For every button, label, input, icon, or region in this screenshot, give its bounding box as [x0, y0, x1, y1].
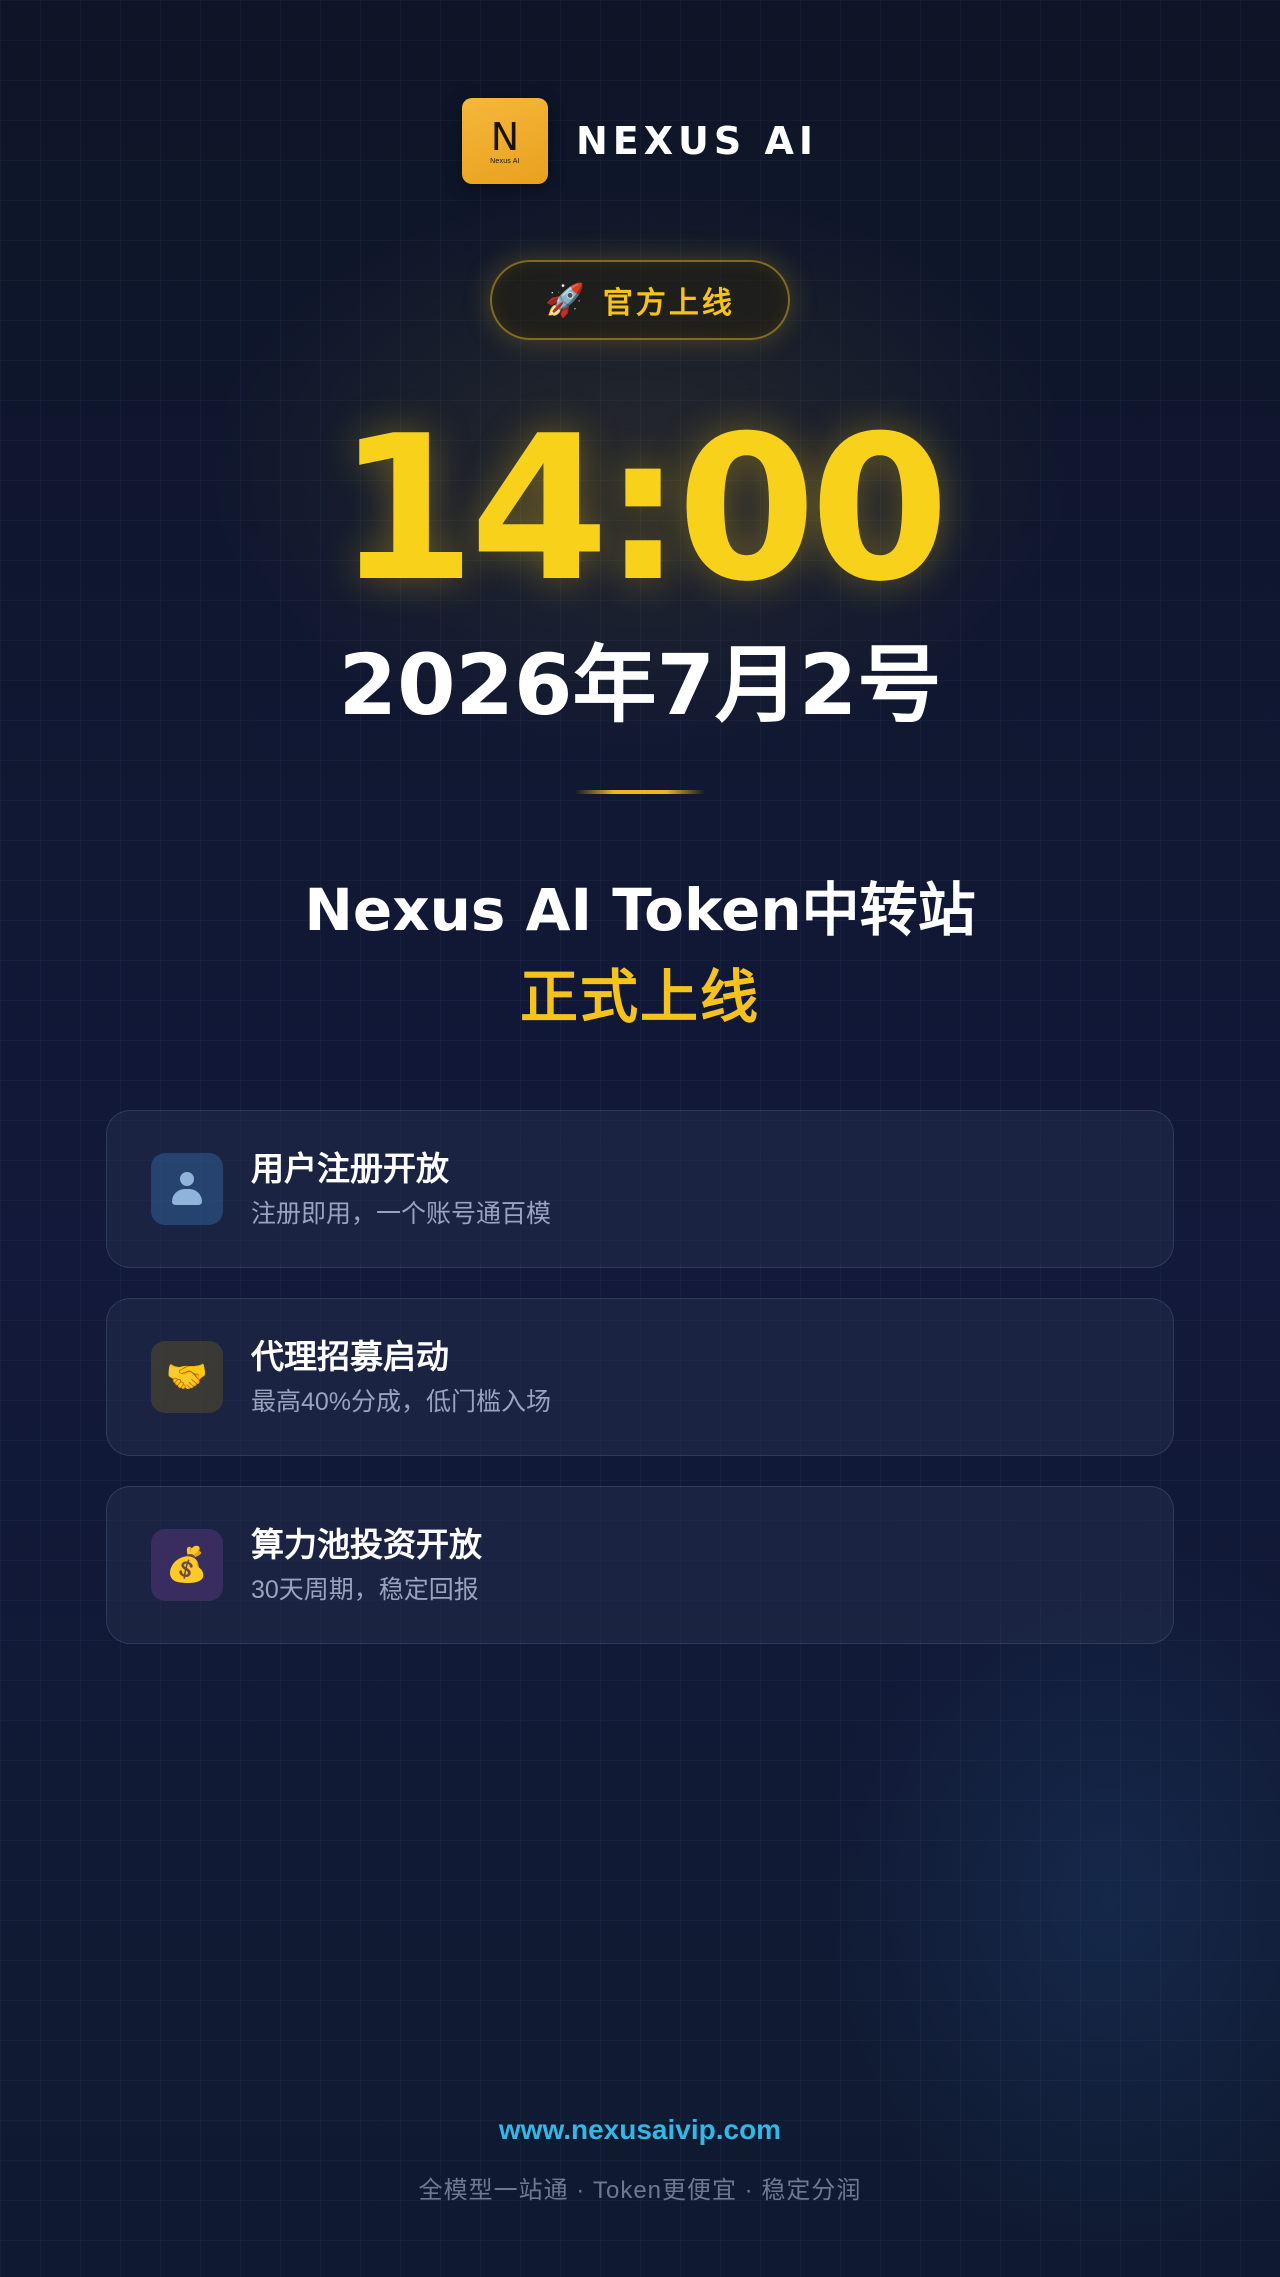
page-title: Nexus AI Token中转站 — [304, 876, 976, 944]
launch-badge-label: 官方上线 — [602, 287, 735, 320]
rocket-icon: 🚀 — [545, 282, 585, 318]
feature-title: 用户注册开放 — [251, 1150, 449, 1187]
feature-title: 算力池投资开放 — [251, 1526, 482, 1563]
feature-description: 注册即用，一个账号通百模 — [251, 1200, 552, 1228]
money-bag-icon: 💰 — [151, 1529, 223, 1601]
feature-card-compute-pool: 💰 算力池投资开放 30天周期，稳定回报 — [106, 1486, 1174, 1644]
handshake-icon: 🤝 — [151, 1341, 223, 1413]
brand-header: N Nexus AI NEXUS AI — [0, 98, 1280, 184]
feature-card-registration: 用户注册开放 注册即用，一个账号通百模 — [106, 1110, 1174, 1268]
launch-badge: 🚀 官方上线 — [490, 260, 790, 340]
brand-name: NEXUS AI — [575, 119, 819, 163]
page-subtitle: 正式上线 — [519, 965, 760, 1030]
feature-card-agent: 🤝 代理招募启动 最高40%分成，低门槛入场 — [106, 1298, 1174, 1456]
footer-tagline: 全模型一站通 · Token更便宜 · 稳定分润 — [418, 2177, 862, 2204]
logo: N Nexus AI — [461, 98, 548, 184]
user-icon — [151, 1153, 223, 1225]
feature-title: 代理招募启动 — [251, 1338, 449, 1375]
website-link[interactable]: www.nexusaivip.com — [0, 2114, 1280, 2146]
launch-date: 2026年7月2号 — [338, 636, 942, 734]
logo-letter: N — [490, 114, 520, 159]
logo-subtext: Nexus AI — [490, 157, 520, 165]
divider — [575, 790, 705, 794]
feature-list: 用户注册开放 注册即用，一个账号通百模 🤝 代理招募启动 最高40%分成，低门槛… — [106, 1110, 1174, 1674]
feature-description: 最高40%分成，低门槛入场 — [251, 1388, 552, 1416]
launch-time: 14:00 — [336, 393, 950, 626]
feature-description: 30天周期，稳定回报 — [251, 1576, 479, 1604]
